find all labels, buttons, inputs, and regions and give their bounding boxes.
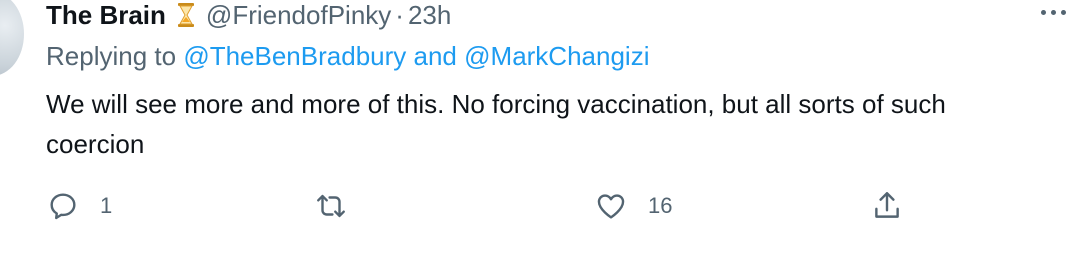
replying-prefix: Replying to xyxy=(46,41,177,71)
share-icon xyxy=(875,192,899,218)
share-button[interactable] xyxy=(870,186,904,226)
timestamp[interactable]: 23h xyxy=(408,0,451,30)
retweet-button[interactable] xyxy=(314,186,348,226)
heart-icon xyxy=(597,194,625,219)
mention-link[interactable]: @MarkChangizi xyxy=(464,41,649,71)
tweet-actions: 1 16 xyxy=(46,186,1046,226)
mention-link[interactable]: @TheBenBradbury xyxy=(183,41,406,71)
author-name[interactable]: The Brain xyxy=(46,0,166,30)
dot-separator: · xyxy=(395,0,404,30)
replying-and[interactable]: and xyxy=(414,41,457,71)
author-handle[interactable]: @FriendofPinky xyxy=(206,0,391,30)
avatar[interactable] xyxy=(0,0,24,76)
retweet-icon xyxy=(317,194,345,218)
tweet-text: We will see more and more of this. No fo… xyxy=(46,89,946,159)
reply-icon xyxy=(50,193,76,220)
like-button[interactable]: 16 xyxy=(594,186,672,226)
reply-button[interactable]: 1 xyxy=(46,186,112,226)
tweet-header: The Brain @FriendofPinky · 23h xyxy=(46,0,451,30)
reply-count: 1 xyxy=(100,193,113,218)
more-options-icon[interactable] xyxy=(1041,2,1066,22)
replying-to: Replying to @TheBenBradbury and @MarkCha… xyxy=(46,40,649,72)
like-count: 16 xyxy=(648,193,673,218)
hourglass-icon xyxy=(177,3,194,27)
